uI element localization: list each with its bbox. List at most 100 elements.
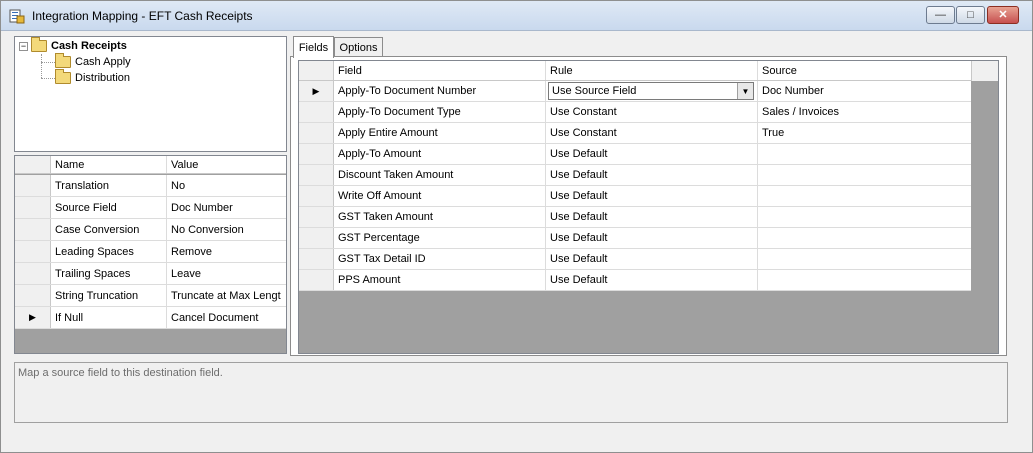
property-value[interactable]: Remove [167,241,286,262]
field-row[interactable]: Discount Taken Amount Use Default [299,165,971,186]
chevron-down-icon[interactable]: ▼ [737,83,753,99]
rule-cell[interactable]: Use Constant [546,102,758,122]
row-header[interactable] [299,186,334,206]
maximize-button[interactable]: □ [956,6,985,24]
field-row[interactable]: PPS Amount Use Default [299,270,971,291]
tab-fields[interactable]: Fields [293,36,334,58]
property-value[interactable]: Leave [167,263,286,284]
rule-cell[interactable]: Use Default [546,249,758,269]
property-name: Source Field [51,197,167,218]
rule-cell[interactable]: Use Default [546,270,758,290]
rule-cell[interactable]: Use Default [546,144,758,164]
row-header[interactable]: ▶ [299,81,334,101]
row-header[interactable] [15,241,51,262]
property-row[interactable]: String Truncation Truncate at Max Lengt [15,285,286,307]
source-cell[interactable] [758,186,971,206]
property-row[interactable]: Case Conversion No Conversion [15,219,286,241]
source-cell[interactable]: Doc Number [758,81,971,101]
tree-node-cash-receipts[interactable]: − Cash Receipts [19,37,127,54]
field-row[interactable]: Apply Entire Amount Use Constant True [299,123,971,144]
property-row[interactable]: Source Field Doc Number [15,197,286,219]
column-header-value[interactable]: Value [167,156,286,173]
tree-connector [41,54,42,78]
tab-options[interactable]: Options [334,37,383,57]
rule-cell[interactable]: Use Default [546,207,758,227]
collapse-icon[interactable]: − [19,41,28,51]
rule-cell[interactable]: Use Default [546,165,758,185]
row-header[interactable] [15,175,51,196]
property-name: Translation [51,175,167,196]
row-header[interactable] [299,249,334,269]
row-header[interactable] [299,123,334,143]
tree-node-label: Cash Receipts [51,40,127,52]
field-row[interactable]: ▶ Apply-To Document Number Use Source Fi… [299,81,971,102]
mapping-tree[interactable]: − Cash Receipts Cash Apply Distribution [14,36,287,152]
grid-header-filler [971,61,998,81]
field-row[interactable]: GST Taken Amount Use Default [299,207,971,228]
close-button[interactable]: ✕ [987,6,1019,24]
source-cell[interactable]: True [758,123,971,143]
rule-cell[interactable]: Use Source Field ▼ [546,81,758,101]
row-header[interactable] [299,165,334,185]
property-row[interactable]: Translation No [15,175,286,197]
property-row[interactable]: Leading Spaces Remove [15,241,286,263]
row-header[interactable] [299,144,334,164]
tree-node-distribution[interactable]: Distribution [55,69,131,86]
field-name: Write Off Amount [334,186,546,206]
field-row[interactable]: Apply-To Amount Use Default [299,144,971,165]
property-value[interactable]: No Conversion [167,219,286,240]
field-name: PPS Amount [334,270,546,290]
row-header[interactable] [15,263,51,284]
source-cell[interactable] [758,165,971,185]
property-row[interactable]: Trailing Spaces Leave [15,263,286,285]
source-cell[interactable] [758,207,971,227]
row-header[interactable] [15,197,51,218]
property-value[interactable]: Cancel Document [167,307,286,328]
field-name: Apply Entire Amount [334,123,546,143]
field-row[interactable]: Apply-To Document Type Use Constant Sale… [299,102,971,123]
field-name: Discount Taken Amount [334,165,546,185]
tree-node-label: Distribution [75,72,131,84]
fields-grid: Field Rule Source ▶ Apply-To Document Nu… [298,60,999,354]
row-header[interactable] [15,285,51,306]
rule-cell[interactable]: Use Default [546,186,758,206]
title-bar: Integration Mapping - EFT Cash Receipts … [1,1,1032,31]
rule-cell[interactable]: Use Constant [546,123,758,143]
field-row[interactable]: Write Off Amount Use Default [299,186,971,207]
field-name: Apply-To Amount [334,144,546,164]
property-row[interactable]: ▶ If Null Cancel Document [15,307,286,329]
folder-icon [31,37,47,52]
row-header[interactable]: ▶ [15,307,51,328]
row-header[interactable] [299,270,334,290]
description-panel: Map a source field to this destination f… [14,362,1008,423]
column-header-rule[interactable]: Rule [546,61,758,80]
field-name: Apply-To Document Number [334,81,546,101]
current-row-icon: ▶ [312,85,320,96]
row-header[interactable] [15,219,51,240]
rule-cell[interactable]: Use Default [546,228,758,248]
property-value[interactable]: Doc Number [167,197,286,218]
column-header-field[interactable]: Field [334,61,546,80]
source-cell[interactable] [758,144,971,164]
property-value[interactable]: Truncate at Max Lengt [167,285,286,306]
property-name: Case Conversion [51,219,167,240]
field-row[interactable]: GST Percentage Use Default [299,228,971,249]
folder-icon [55,69,71,84]
field-row[interactable]: GST Tax Detail ID Use Default [299,249,971,270]
source-cell[interactable] [758,270,971,290]
tree-node-cash-apply[interactable]: Cash Apply [55,53,131,70]
integration-mapping-icon [9,9,25,24]
minimize-button[interactable]: — [926,6,955,24]
property-value[interactable]: No [167,175,286,196]
source-cell[interactable] [758,249,971,269]
row-header[interactable] [299,102,334,122]
source-cell[interactable] [758,228,971,248]
open-folder-icon [55,53,71,68]
column-header-source[interactable]: Source [758,61,971,80]
source-cell[interactable]: Sales / Invoices [758,102,971,122]
rule-dropdown[interactable]: Use Source Field ▼ [548,82,754,100]
row-header[interactable] [299,228,334,248]
tree-connector [41,78,55,79]
row-header[interactable] [299,207,334,227]
column-header-name[interactable]: Name [51,156,167,173]
